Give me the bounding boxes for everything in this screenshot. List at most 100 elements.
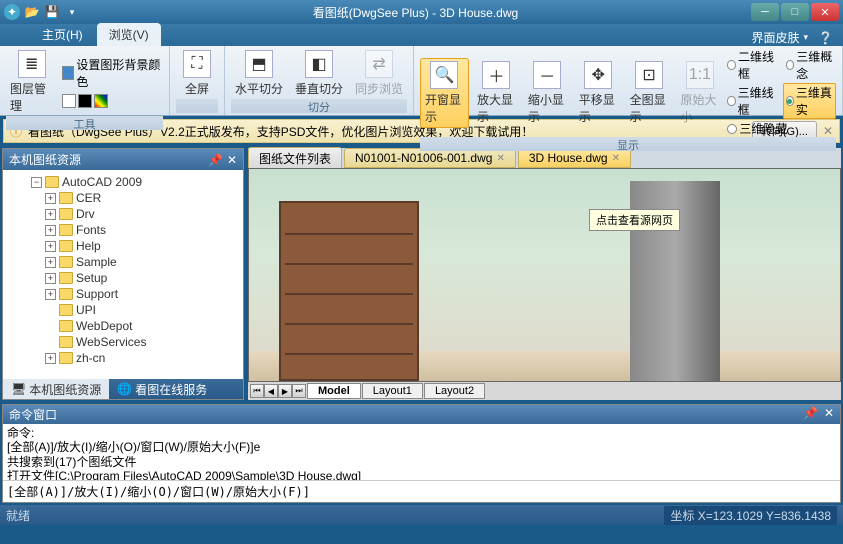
expand-icon[interactable]: + [45, 225, 56, 236]
color-black[interactable] [78, 94, 92, 108]
source-tooltip[interactable]: 点击查看源网页 [589, 209, 680, 231]
ribbon: ≣ 图层管理 设置图形背景颜色 工具 ⛶全屏 ⬒水平切分 [0, 46, 843, 116]
folder-icon [59, 336, 73, 348]
doctab-list[interactable]: 图纸文件列表 [248, 147, 342, 170]
sidebar-close-icon[interactable]: ✕ [227, 153, 237, 167]
hsplit-icon: ⬒ [245, 50, 273, 78]
minimize-button[interactable]: ─ [751, 3, 779, 21]
command-panel: 命令窗口 📌 ✕ 命令: [全部(A)]/放大(I)/缩小(O)/窗口(W)/原… [2, 404, 841, 503]
expand-icon[interactable]: + [45, 273, 56, 284]
titlebar: ✦ 📂 💾 ▾ 看图纸(DwgSee Plus) - 3D House.dwg … [0, 0, 843, 24]
dropdown-icon[interactable]: ▾ [64, 4, 80, 20]
expand-icon[interactable]: + [45, 209, 56, 220]
vsplit-button[interactable]: ◧垂直切分 [291, 48, 347, 99]
statusbar: 就绪 坐标 X=123.1029 Y=836.1438 [0, 505, 843, 525]
tab-layout2[interactable]: Layout2 [424, 383, 485, 399]
tab-close-icon[interactable]: ✕ [496, 153, 504, 164]
tab-close-icon[interactable]: ✕ [612, 153, 620, 164]
layer-mgr-button[interactable]: ≣ 图层管理 [6, 48, 58, 116]
zoom-all-button[interactable]: ⊡全图显示 [626, 59, 673, 127]
tree-item[interactable]: +Setup [5, 270, 241, 286]
radio-wire3d[interactable]: 三维线框 [727, 83, 774, 119]
fullscreen-button[interactable]: ⛶全屏 [176, 48, 218, 99]
tree-item[interactable]: +zh-cn [5, 350, 241, 366]
group-display-label: 显示 [420, 137, 836, 151]
tab-layout1[interactable]: Layout1 [362, 383, 423, 399]
chevron-down-icon[interactable]: ▾ [804, 32, 809, 43]
cmd-close-icon[interactable]: ✕ [824, 406, 834, 423]
zoom-in-button[interactable]: ＋放大显示 [473, 59, 520, 127]
hsplit-button[interactable]: ⬒水平切分 [231, 48, 287, 99]
sidebar-pin-icon[interactable]: 📌 [208, 153, 223, 167]
expand-icon[interactable]: + [45, 289, 56, 300]
expand-icon[interactable]: + [45, 193, 56, 204]
tab-view[interactable]: 浏览(V) [97, 23, 161, 46]
folder-icon [59, 240, 73, 252]
fullscreen-icon: ⛶ [183, 50, 211, 78]
radio-wire2d[interactable]: 二维线框 [727, 48, 777, 82]
expand-icon[interactable]: + [45, 241, 56, 252]
first-button[interactable]: ⏮ [250, 384, 264, 398]
group-tools-label: 工具 [6, 116, 163, 130]
folder-icon [45, 176, 59, 188]
doctab-file2[interactable]: 3D House.dwg✕ [518, 148, 631, 168]
sidebar-tab-online[interactable]: 🌐看图在线服务 [109, 379, 215, 399]
tree-root[interactable]: −AutoCAD 2009 [5, 174, 241, 190]
radio-hide3d[interactable]: 三维隐藏 [727, 120, 787, 137]
cmd-pin-icon[interactable]: 📌 [803, 406, 818, 423]
color-white[interactable] [62, 94, 76, 108]
bgcolor-row[interactable]: 设置图形背景颜色 [62, 56, 164, 90]
save-icon[interactable]: 💾 [44, 4, 60, 20]
sidebar-tabs: 🖥本机图纸资源 🌐看图在线服务 [3, 379, 243, 399]
color-more[interactable] [94, 94, 108, 108]
radio-real3d[interactable]: 三维真实 [783, 83, 836, 119]
tree-item[interactable]: WebServices [5, 334, 241, 350]
folder-tree[interactable]: −AutoCAD 2009 +CER +Drv +Fonts +Help +Sa… [3, 170, 243, 379]
tree-item[interactable]: +Help [5, 238, 241, 254]
menubar: 主页(H) 浏览(V) 界面皮肤 ▾ ❔ [0, 24, 843, 46]
zoom-in-icon: ＋ [482, 61, 510, 89]
help-icon[interactable]: ❔ [818, 31, 833, 45]
tree-item[interactable]: WebDepot [5, 318, 241, 334]
sync-button: ⇄同步浏览 [351, 48, 407, 99]
tree-item[interactable]: +CER [5, 190, 241, 206]
globe-icon: 🌐 [117, 382, 132, 396]
next-button[interactable]: ▶ [278, 384, 292, 398]
zoom-window-button[interactable]: 🔍开窗显示 [420, 58, 469, 128]
app-icon: ✦ [4, 4, 20, 20]
prev-button[interactable]: ◀ [264, 384, 278, 398]
sync-icon: ⇄ [365, 50, 393, 78]
close-button[interactable]: ✕ [811, 3, 839, 21]
tree-item[interactable]: +Support [5, 286, 241, 302]
tree-item[interactable]: +Sample [5, 254, 241, 270]
tree-item[interactable]: +Drv [5, 206, 241, 222]
skin-menu[interactable]: 界面皮肤 [752, 29, 800, 46]
tree-item[interactable]: UPI [5, 302, 241, 318]
last-button[interactable]: ⏭ [292, 384, 306, 398]
group-split-label: 切分 [231, 99, 407, 113]
folder-icon [59, 208, 73, 220]
doctab-file1[interactable]: N01001-N01006-001.dwg✕ [344, 148, 516, 168]
zoom-window-icon: 🔍 [430, 61, 458, 89]
zoom-out-button[interactable]: －缩小显示 [524, 59, 571, 127]
expand-icon[interactable]: + [45, 257, 56, 268]
folder-icon [59, 272, 73, 284]
command-input[interactable]: [全部(A)]/放大(I)/缩小(O)/窗口(W)/原始大小(F)] [3, 480, 840, 502]
drawing-canvas[interactable]: 点击查看源网页 [248, 168, 841, 382]
maximize-button[interactable]: □ [781, 3, 809, 21]
origsize-icon: 1:1 [686, 61, 714, 89]
command-title: 命令窗口 📌 ✕ [3, 405, 840, 424]
sidebar-tab-local[interactable]: 🖥本机图纸资源 [3, 379, 109, 399]
color-swatch-icon [62, 66, 75, 80]
radio-concept3d[interactable]: 三维概念 [786, 48, 836, 82]
pan-button[interactable]: ✥平移显示 [575, 59, 622, 127]
tab-home[interactable]: 主页(H) [30, 23, 95, 46]
expand-icon[interactable]: + [45, 353, 56, 364]
tab-model[interactable]: Model [307, 383, 361, 399]
collapse-icon[interactable]: − [31, 177, 42, 188]
open-icon[interactable]: 📂 [24, 4, 40, 20]
workspace: 本机图纸资源 📌 ✕ −AutoCAD 2009 +CER +Drv +Font… [0, 146, 843, 402]
tree-item[interactable]: +Fonts [5, 222, 241, 238]
view-area: 图纸文件列表 N01001-N01006-001.dwg✕ 3D House.d… [248, 148, 841, 400]
orig-size-button: 1:1原始大小 [677, 59, 724, 127]
